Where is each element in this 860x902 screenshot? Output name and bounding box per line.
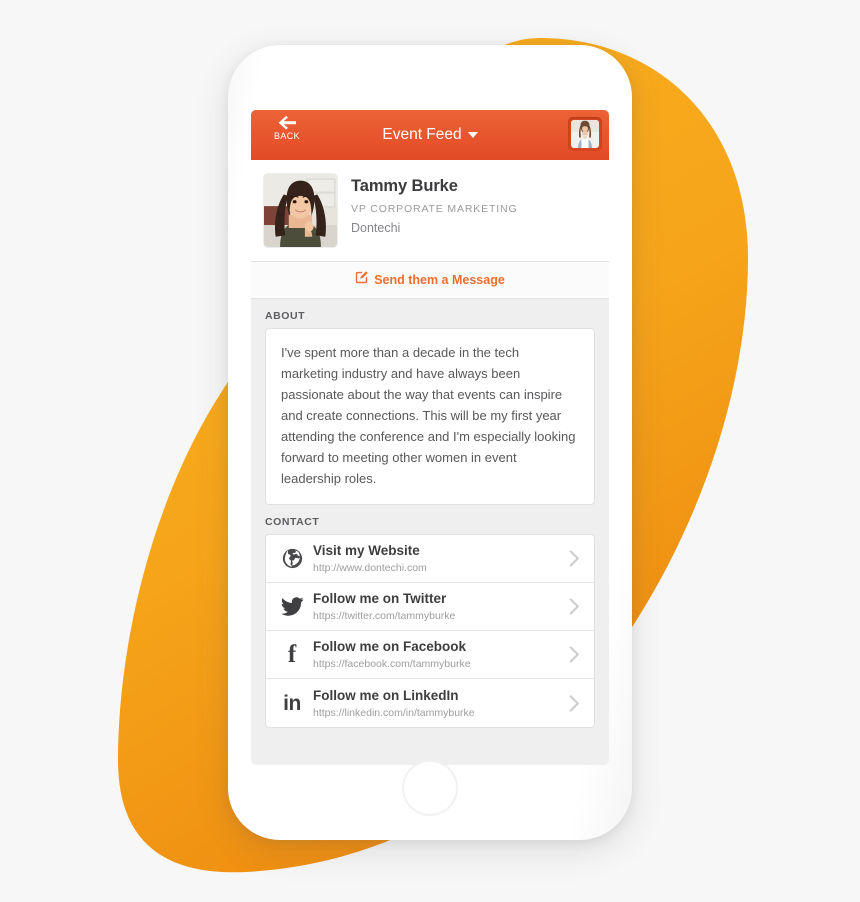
about-text: I've spent more than a decade in the tec… xyxy=(281,345,576,487)
contact-url: https://twitter.com/tammyburke xyxy=(313,610,456,623)
profile-photo xyxy=(264,174,337,247)
profile-header-card: Tammy Burke VP CORPORATE MARKETING Donte… xyxy=(251,160,609,262)
about-section-title: ABOUT xyxy=(265,310,306,322)
about-box: I've spent more than a decade in the tec… xyxy=(265,328,595,506)
contact-url: http://www.dontechi.com xyxy=(313,562,427,575)
contact-title: Follow me on Facebook xyxy=(313,639,467,655)
app-navbar: BACK Event Feed xyxy=(251,110,609,160)
page-title: Event Feed xyxy=(382,126,462,143)
contact-title: Follow me on LinkedIn xyxy=(313,687,459,703)
screen-bottom-spacer xyxy=(251,728,609,742)
contact-text-block: Visit my Website http://www.dontechi.com xyxy=(307,543,569,574)
contact-url: https://facebook.com/tammyburke xyxy=(313,658,471,671)
chevron-right-icon xyxy=(569,598,584,615)
contact-list: Visit my Website http://www.dontechi.com xyxy=(265,534,595,729)
contact-section: CONTACT Visit my Website http://www.dont… xyxy=(251,505,609,729)
facebook-glyph: f xyxy=(287,641,297,669)
contact-title: Visit my Website xyxy=(313,543,420,559)
twitter-icon xyxy=(277,597,307,617)
contact-text-block: Follow me on LinkedIn https://linkedin.c… xyxy=(307,688,569,719)
navbar-avatar-button[interactable] xyxy=(568,117,602,151)
caret-down-icon xyxy=(467,132,478,138)
contact-title: Follow me on Twitter xyxy=(313,591,447,607)
contact-text-block: Follow me on Facebook https://facebook.c… xyxy=(307,639,569,670)
phone-device: BACK Event Feed Tammy Burke VP CORPORATE… xyxy=(228,45,632,840)
contact-row-twitter[interactable]: Follow me on Twitter https://twitter.com… xyxy=(266,583,594,632)
contact-row-facebook[interactable]: f Follow me on Facebook https://facebook… xyxy=(266,631,594,680)
compose-message-icon xyxy=(355,271,368,289)
send-message-label: Send them a Message xyxy=(374,273,505,287)
contact-row-linkedin[interactable]: in Follow me on LinkedIn https://linkedi… xyxy=(266,679,594,727)
linkedin-glyph: in xyxy=(283,691,301,715)
back-button-label: BACK xyxy=(273,131,301,141)
chevron-right-icon xyxy=(569,646,584,663)
profile-company: Dontechi xyxy=(351,220,401,235)
phone-screen: BACK Event Feed Tammy Burke VP CORPORATE… xyxy=(251,110,609,765)
avatar xyxy=(571,120,599,148)
contact-section-title: CONTACT xyxy=(265,516,320,529)
home-button[interactable] xyxy=(402,760,458,816)
arrow-left-icon xyxy=(278,115,297,130)
profile-name: Tammy Burke xyxy=(351,177,458,195)
contact-text-block: Follow me on Twitter https://twitter.com… xyxy=(307,591,569,622)
profile-role: VP CORPORATE MARKETING xyxy=(351,202,518,215)
chevron-right-icon xyxy=(569,695,584,712)
globe-icon xyxy=(277,548,307,569)
about-section: ABOUT I've spent more than a decade in t… xyxy=(251,299,609,506)
navbar-title-dropdown[interactable]: Event Feed xyxy=(382,126,478,144)
linkedin-icon: in xyxy=(277,693,307,714)
send-message-button[interactable]: Send them a Message xyxy=(251,262,609,299)
mockup-stage: BACK Event Feed Tammy Burke VP CORPORATE… xyxy=(0,0,860,902)
contact-row-website[interactable]: Visit my Website http://www.dontechi.com xyxy=(266,535,594,584)
profile-text-block: Tammy Burke VP CORPORATE MARKETING Donte… xyxy=(351,174,518,235)
back-button[interactable]: BACK xyxy=(264,115,310,141)
facebook-icon: f xyxy=(277,642,307,667)
contact-url: https://linkedin.com/in/tammyburke xyxy=(313,706,475,719)
chevron-right-icon xyxy=(569,550,584,567)
